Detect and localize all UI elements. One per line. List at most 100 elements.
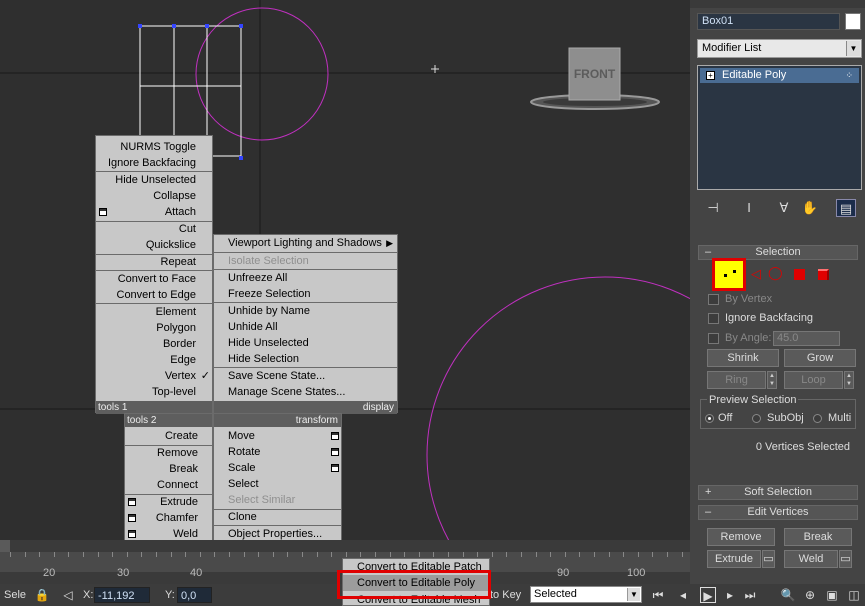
- menu-item-ignore-backfacing[interactable]: Ignore Backfacing: [96, 155, 196, 171]
- show-end-result-icon[interactable]: I: [739, 199, 759, 217]
- menu-item-connect[interactable]: Connect: [125, 477, 198, 493]
- next-frame-icon[interactable]: ▸: [722, 587, 738, 603]
- object-color-swatch[interactable]: [845, 13, 861, 30]
- menu-item-vertex[interactable]: Vertex: [96, 368, 196, 384]
- menu-item-quickslice[interactable]: Quickslice: [96, 237, 196, 253]
- break-vertex-button[interactable]: Break: [784, 528, 852, 546]
- ring-spinner[interactable]: ▲ ▼: [767, 371, 777, 389]
- grow-button[interactable]: Grow: [784, 349, 856, 367]
- settings-box-icon[interactable]: [99, 208, 107, 216]
- menu-item-top-level[interactable]: Top-level: [96, 384, 196, 400]
- weld-settings-icon[interactable]: ▭: [839, 550, 852, 568]
- menu-item-rotate[interactable]: Rotate: [228, 444, 260, 460]
- auto-key-label[interactable]: to Key: [490, 587, 521, 603]
- menu-item-unfreeze-all[interactable]: Unfreeze All: [228, 270, 287, 286]
- panel-tabs[interactable]: [690, 0, 865, 8]
- loop-spinner[interactable]: ▲ ▼: [844, 371, 854, 389]
- make-unique-icon[interactable]: ∀: [774, 199, 794, 217]
- menu-item-hide-unselected[interactable]: Hide Unselected: [228, 335, 309, 351]
- menu-item-convert-to-editable-poly[interactable]: Convert to Editable Poly: [343, 575, 489, 591]
- settings-box-icon[interactable]: [331, 432, 339, 440]
- soft-selection-rollout-header[interactable]: + Soft Selection: [698, 485, 858, 500]
- menu-item-convert-to-editable-mesh[interactable]: Convert to Editable Mesh: [357, 592, 481, 606]
- menu-item-convert-to-face[interactable]: Convert to Face: [96, 271, 196, 287]
- modifier-stack[interactable]: + Editable Poly ⁘: [697, 65, 862, 190]
- menu-item-select-similar[interactable]: Select Similar: [228, 492, 295, 508]
- weld-vertex-button[interactable]: Weld: [784, 550, 838, 568]
- preview-subobj-radio[interactable]: [752, 414, 761, 423]
- vertex-subobject-icon[interactable]: [712, 258, 746, 291]
- loop-button[interactable]: Loop: [784, 371, 843, 389]
- zoom-all-icon[interactable]: ⊕: [802, 587, 818, 603]
- field-of-view-icon[interactable]: ◫: [846, 587, 862, 603]
- lock-icon[interactable]: 🔒: [34, 587, 50, 603]
- menu-item-move[interactable]: Move: [228, 428, 255, 444]
- menu-item-nurms-toggle[interactable]: NURMS Toggle: [96, 139, 196, 155]
- menu-item-polygon[interactable]: Polygon: [96, 320, 196, 336]
- menu-item-break[interactable]: Break: [125, 461, 198, 477]
- pin-stack-icon[interactable]: ⊣: [703, 199, 723, 217]
- absolute-mode-icon[interactable]: ◁: [60, 587, 76, 603]
- play-icon[interactable]: ▶: [700, 587, 716, 603]
- extrude-vertex-button[interactable]: Extrude: [707, 550, 761, 568]
- menu-item-select[interactable]: Select: [228, 476, 259, 492]
- polygon-subobject-icon[interactable]: [794, 269, 805, 280]
- settings-box-icon[interactable]: [331, 448, 339, 456]
- settings-box-icon[interactable]: [128, 498, 136, 506]
- menu-item-isolate-selection[interactable]: Isolate Selection: [228, 253, 309, 269]
- menu-item-element[interactable]: Element: [96, 304, 196, 320]
- menu-item-convert-to-edge[interactable]: Convert to Edge: [96, 287, 197, 303]
- shrink-button[interactable]: Shrink: [707, 349, 779, 367]
- menu-item-collapse[interactable]: Collapse: [96, 188, 196, 204]
- zoom-extents-icon[interactable]: ▣: [824, 587, 840, 603]
- menu-item-clone[interactable]: Clone: [228, 509, 257, 525]
- edit-vertices-rollout-header[interactable]: – Edit Vertices: [698, 505, 858, 520]
- ring-button[interactable]: Ring: [707, 371, 766, 389]
- border-subobject-icon[interactable]: ◯: [768, 266, 783, 280]
- settings-box-icon[interactable]: [128, 530, 136, 538]
- menu-item-edge[interactable]: Edge: [96, 352, 196, 368]
- menu-item-attach[interactable]: Attach: [96, 204, 196, 220]
- menu-item-cut[interactable]: Cut: [96, 221, 196, 237]
- y-coordinate-field[interactable]: 0,0: [177, 587, 212, 603]
- preview-off-radio[interactable]: [705, 414, 714, 423]
- menu-item-freeze-selection[interactable]: Freeze Selection: [228, 286, 311, 302]
- menu-item-convert-to-editable-patch[interactable]: Convert to Editable Patch: [357, 559, 482, 575]
- menu-item-unhide-all[interactable]: Unhide All: [228, 319, 278, 335]
- remove-vertex-button[interactable]: Remove: [707, 528, 775, 546]
- modifier-list-dropdown[interactable]: Modifier List ▼: [697, 39, 862, 58]
- previous-frame-icon[interactable]: ◂: [675, 587, 691, 603]
- modifier-stack-item[interactable]: + Editable Poly ⁘: [700, 68, 859, 83]
- menu-item-unhide-by-name[interactable]: Unhide by Name: [228, 303, 310, 319]
- menu-item-manage-scene-states[interactable]: Manage Scene States...: [228, 384, 345, 400]
- viewport[interactable]: FRONT NURMS Toggle Ignore Backfacing Hide …: [0, 0, 690, 540]
- menu-item-save-scene-state[interactable]: Save Scene State...: [228, 368, 325, 384]
- settings-box-icon[interactable]: [331, 464, 339, 472]
- angle-field[interactable]: 45.0: [773, 331, 840, 346]
- key-filter-dropdown[interactable]: Selected ▼: [530, 586, 642, 603]
- ignore-backfacing-checkbox[interactable]: [708, 313, 719, 324]
- by-angle-checkbox[interactable]: [708, 333, 719, 344]
- settings-box-icon[interactable]: [128, 514, 136, 522]
- go-to-end-icon[interactable]: ⏭: [742, 587, 758, 603]
- expand-icon[interactable]: +: [706, 71, 715, 80]
- remove-modifier-icon[interactable]: ✋: [800, 199, 820, 217]
- zoom-icon[interactable]: 🔍: [780, 587, 796, 603]
- menu-item-viewport-lighting-and-shadows[interactable]: Viewport Lighting and Shadows: [228, 235, 382, 251]
- menu-item-object-properties[interactable]: Object Properties...: [228, 526, 322, 540]
- menu-item-create[interactable]: Create: [125, 428, 198, 444]
- go-to-start-icon[interactable]: ⏮: [650, 587, 666, 603]
- menu-item-border[interactable]: Border: [96, 336, 196, 352]
- menu-item-scale[interactable]: Scale: [228, 460, 256, 476]
- menu-item-remove[interactable]: Remove: [125, 445, 198, 461]
- preview-multi-radio[interactable]: [813, 414, 822, 423]
- menu-item-hide-selection[interactable]: Hide Selection: [228, 351, 299, 367]
- viewcube-front-label[interactable]: FRONT: [569, 67, 620, 81]
- timeline-scroll-handle[interactable]: [0, 540, 10, 552]
- object-name-field[interactable]: Box01: [697, 13, 840, 30]
- menu-item-hide-unselected[interactable]: Hide Unselected: [96, 172, 196, 188]
- extrude-settings-icon[interactable]: ▭: [762, 550, 775, 568]
- configure-sets-icon[interactable]: ▤: [836, 199, 856, 217]
- by-vertex-checkbox[interactable]: [708, 294, 719, 305]
- element-subobject-icon[interactable]: [818, 269, 829, 280]
